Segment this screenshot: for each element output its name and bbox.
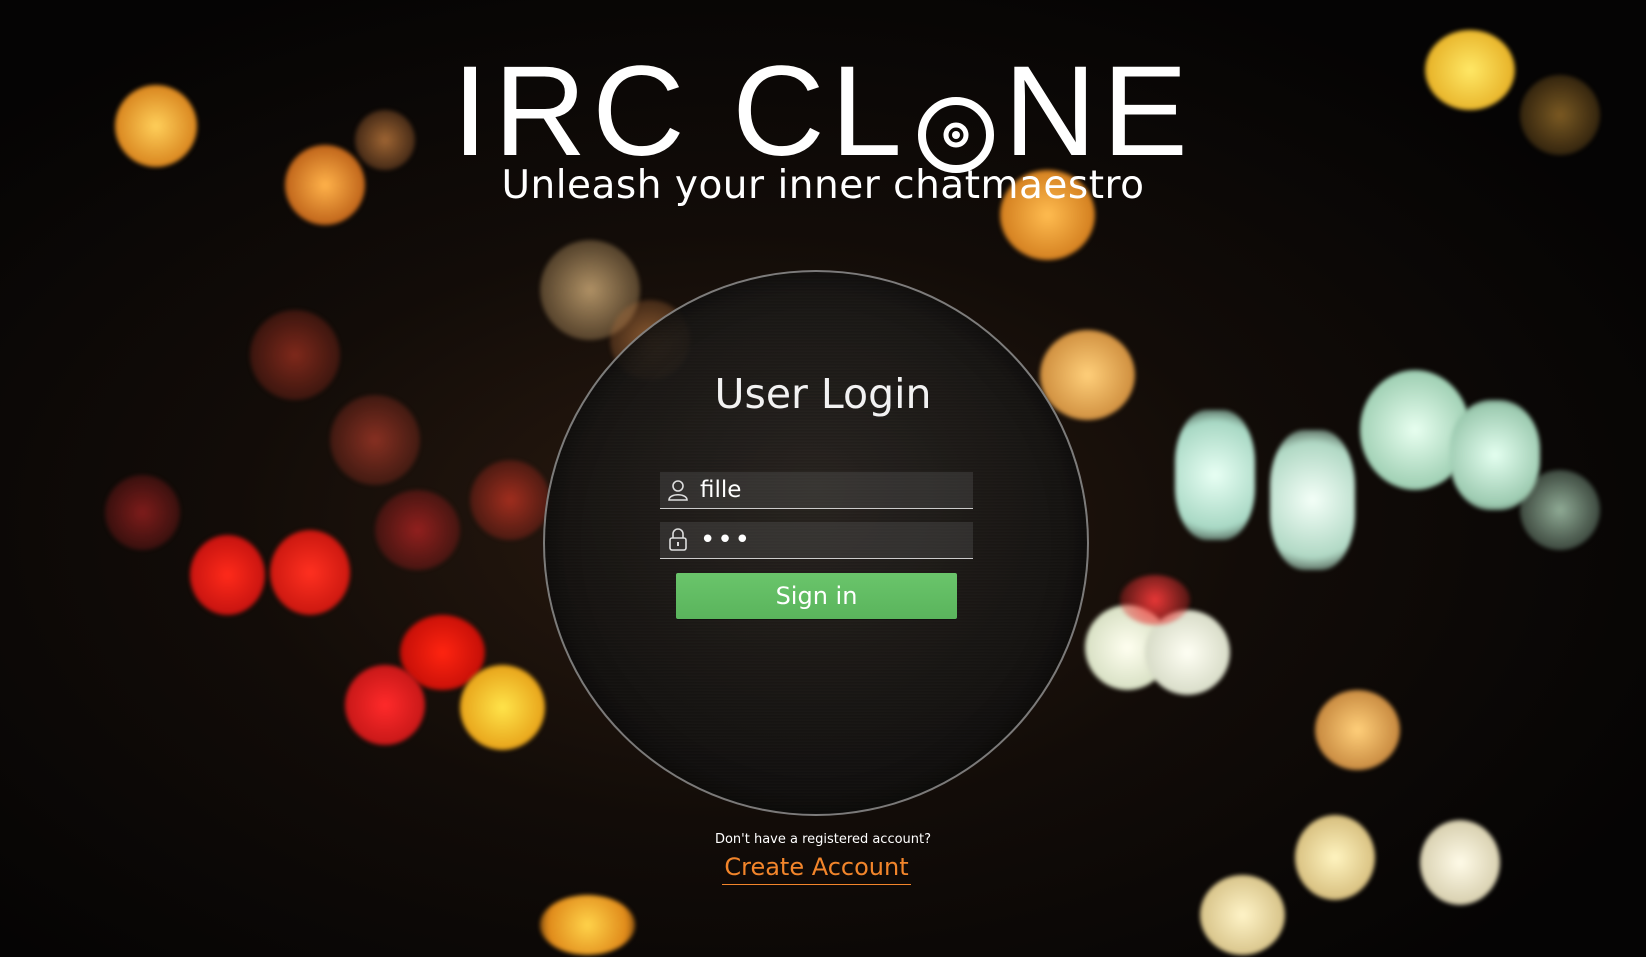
register-prompt: Don't have a registered account? [714,832,932,847]
password-input[interactable] [696,523,965,557]
chat-bubble-logo-icon [914,74,998,173]
login-page: IRC CL NE Unleash your inner chatmaestro… [0,0,1646,957]
sign-in-button[interactable]: Sign in [676,573,957,619]
user-icon [660,472,696,508]
username-input[interactable] [696,473,965,507]
password-field[interactable] [660,522,973,559]
login-title: User Login [714,370,932,418]
app-logo: IRC CL NE Unleash your inner chatmaestro [0,40,1646,208]
logo-title-start: IRC CL [452,40,908,183]
logo-title: IRC CL NE [452,40,1194,183]
logo-title-end: NE [1003,40,1194,183]
lock-icon [660,522,696,558]
create-account-link[interactable]: Create Account [722,850,911,885]
username-field[interactable] [660,472,973,509]
logo-tagline: Unleash your inner chatmaestro [501,163,1145,208]
